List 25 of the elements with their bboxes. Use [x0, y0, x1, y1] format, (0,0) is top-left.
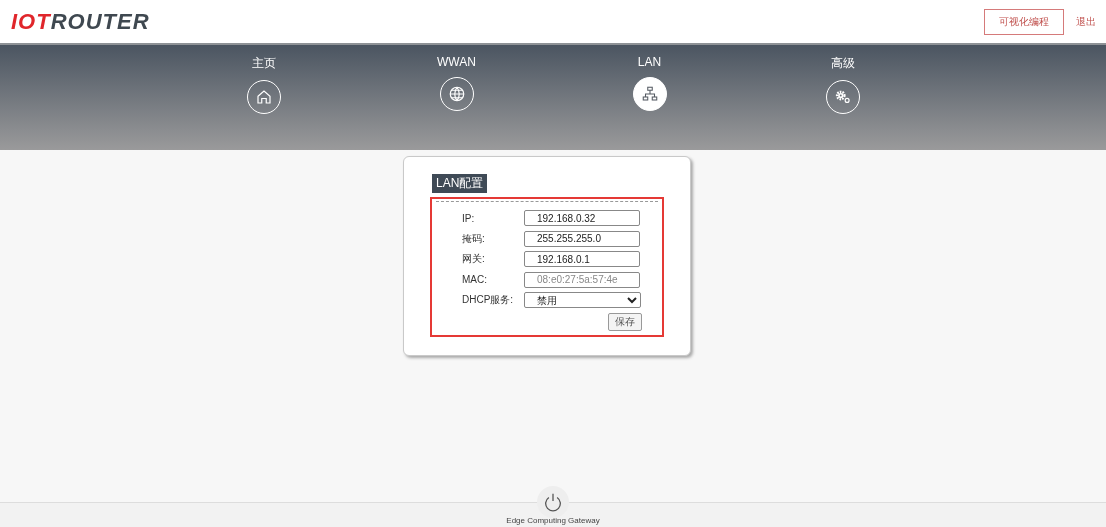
input-field[interactable]: 192.168.0.1	[524, 251, 640, 268]
power-button[interactable]	[537, 486, 569, 518]
nav-tab-label[interactable]: LAN	[637, 55, 662, 69]
nav-tab-label[interactable]: 高级	[830, 55, 855, 72]
input-field[interactable]: 255.255.255.0	[524, 230, 640, 247]
nav-tab-label[interactable]: 主页	[251, 55, 276, 72]
logo: IOTROUTER	[11, 8, 151, 35]
select-field[interactable]: 禁用	[524, 292, 641, 309]
field-label: 掩码:	[461, 231, 486, 246]
field-label: MAC:	[461, 274, 488, 286]
input-field[interactable]: 192.168.0.32	[524, 210, 640, 227]
power-icon	[542, 491, 564, 513]
nav-tab-button[interactable]	[632, 77, 667, 111]
field-label: 网关:	[461, 252, 486, 267]
home-icon	[254, 88, 273, 106]
field-label: DHCP服务:	[461, 293, 515, 308]
save-button[interactable]: 保存	[608, 312, 642, 331]
field-label: IP:	[461, 212, 476, 224]
header-button[interactable]: 可视化编程	[984, 8, 1064, 35]
nav-tab-label[interactable]: WWAN	[437, 55, 476, 69]
card-title: LAN配置	[432, 174, 488, 193]
footer-text: Edge Computing Gateway	[506, 516, 600, 526]
gears-icon	[833, 88, 852, 106]
globe-icon	[447, 85, 466, 103]
network-icon	[640, 85, 659, 103]
